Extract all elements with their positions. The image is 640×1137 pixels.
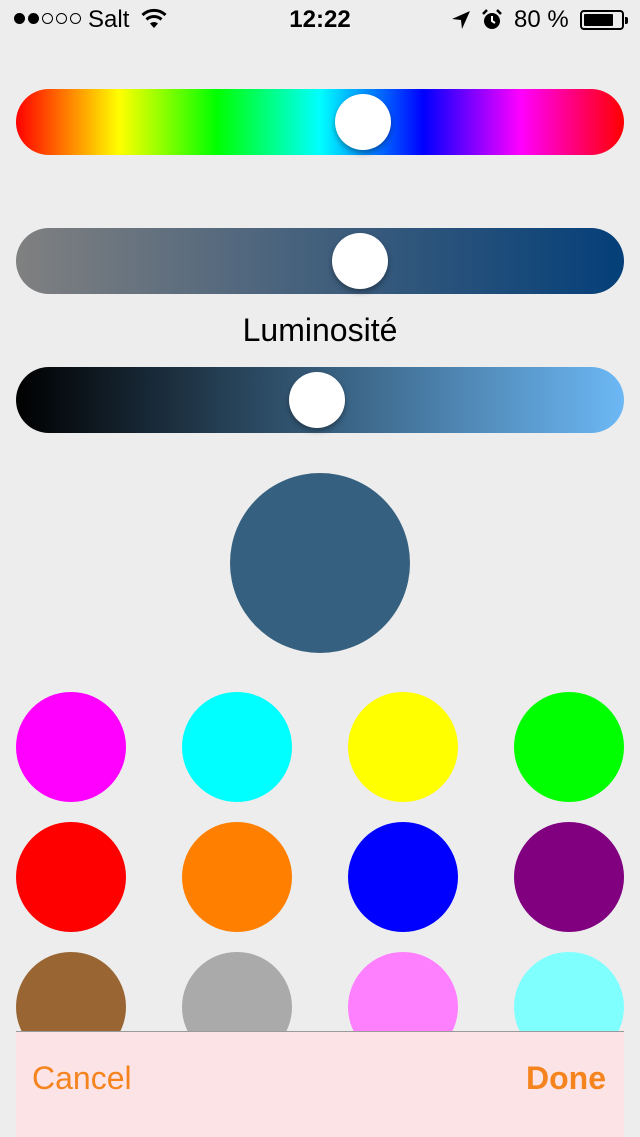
- luminosity-label: Luminosité: [242, 312, 398, 348]
- luminosity-slider[interactable]: [16, 367, 624, 433]
- hue-slider-thumb[interactable]: [334, 94, 391, 150]
- battery-icon: [580, 10, 628, 30]
- color-swatch[interactable]: [348, 822, 458, 932]
- color-swatch[interactable]: [16, 822, 126, 932]
- status-bar: Salt 12:22 80 %: [0, 0, 640, 40]
- color-swatch[interactable]: [514, 822, 624, 932]
- cancel-button[interactable]: Cancel: [32, 1032, 132, 1137]
- location-arrow-icon: [452, 11, 470, 29]
- luminosity-slider-thumb[interactable]: [288, 372, 345, 428]
- saturation-slider[interactable]: [16, 228, 624, 294]
- color-swatch[interactable]: [348, 692, 458, 802]
- saturation-slider-thumb[interactable]: [331, 233, 388, 289]
- hue-slider[interactable]: [16, 89, 624, 155]
- color-swatch[interactable]: [16, 692, 126, 802]
- color-swatch[interactable]: [182, 692, 292, 802]
- color-preview: [230, 473, 410, 653]
- done-button[interactable]: Done: [526, 1032, 606, 1137]
- battery-percent: 80 %: [514, 6, 569, 33]
- bottom-toolbar: Cancel Done: [16, 1031, 624, 1137]
- color-swatch[interactable]: [182, 822, 292, 932]
- battery-level-fill: [584, 14, 613, 26]
- color-swatch[interactable]: [514, 692, 624, 802]
- alarm-clock-icon: [482, 9, 502, 29]
